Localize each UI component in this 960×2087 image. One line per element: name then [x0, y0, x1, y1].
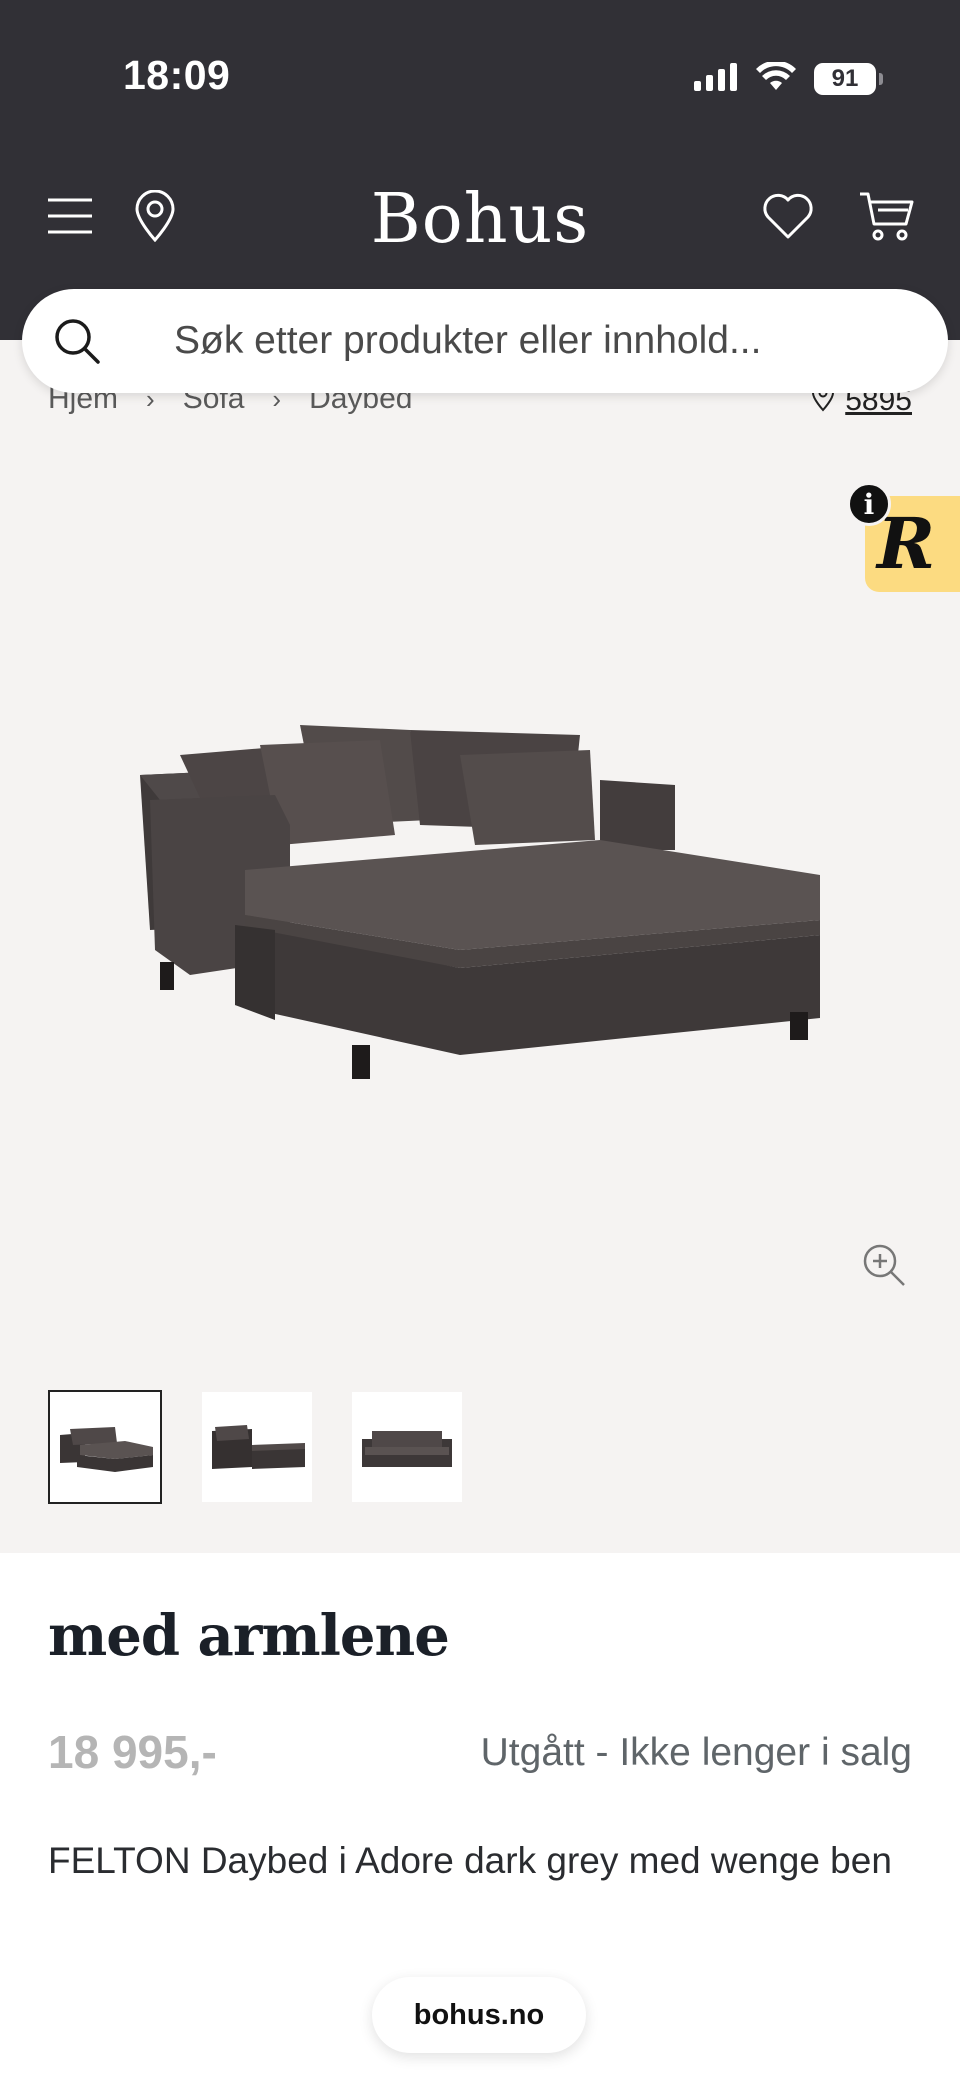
zoom-in-icon[interactable]	[862, 1243, 906, 1292]
product-title: med armlene	[48, 1603, 450, 1669]
thumbnail-strip	[48, 1390, 462, 1504]
product-gallery: Hjem › Sofa › Daybed 5895 R i	[0, 340, 960, 1553]
daybed-illustration	[140, 725, 820, 1079]
search-input[interactable]	[174, 319, 894, 363]
product-price: 18 995,-	[48, 1726, 217, 1778]
nav-right	[762, 190, 914, 242]
heart-icon[interactable]	[762, 192, 814, 240]
search-bar[interactable]	[22, 289, 948, 393]
status-time: 18:09	[123, 52, 231, 98]
battery-icon: 91	[814, 63, 883, 95]
wifi-icon	[756, 60, 796, 97]
product-main-image[interactable]	[130, 700, 830, 1140]
cart-icon[interactable]	[858, 190, 914, 242]
thumbnail-3[interactable]	[352, 1392, 462, 1502]
browser-url-pill[interactable]: bohus.no	[372, 1977, 586, 2053]
thumbnail-1[interactable]	[48, 1390, 162, 1504]
thumbnail-2[interactable]	[202, 1392, 312, 1502]
info-icon[interactable]: i	[847, 482, 891, 526]
status-indicators: 91	[694, 58, 883, 100]
availability-status: Utgått - Ikke lenger i salg	[480, 1731, 912, 1774]
search-icon[interactable]	[52, 316, 102, 366]
product-info: med armlene 18 995,- Utgått - Ikke lenge…	[0, 1553, 960, 2087]
cellular-signal-icon	[694, 62, 738, 96]
product-description: FELTON Daybed i Adore dark grey med weng…	[48, 1840, 892, 1881]
